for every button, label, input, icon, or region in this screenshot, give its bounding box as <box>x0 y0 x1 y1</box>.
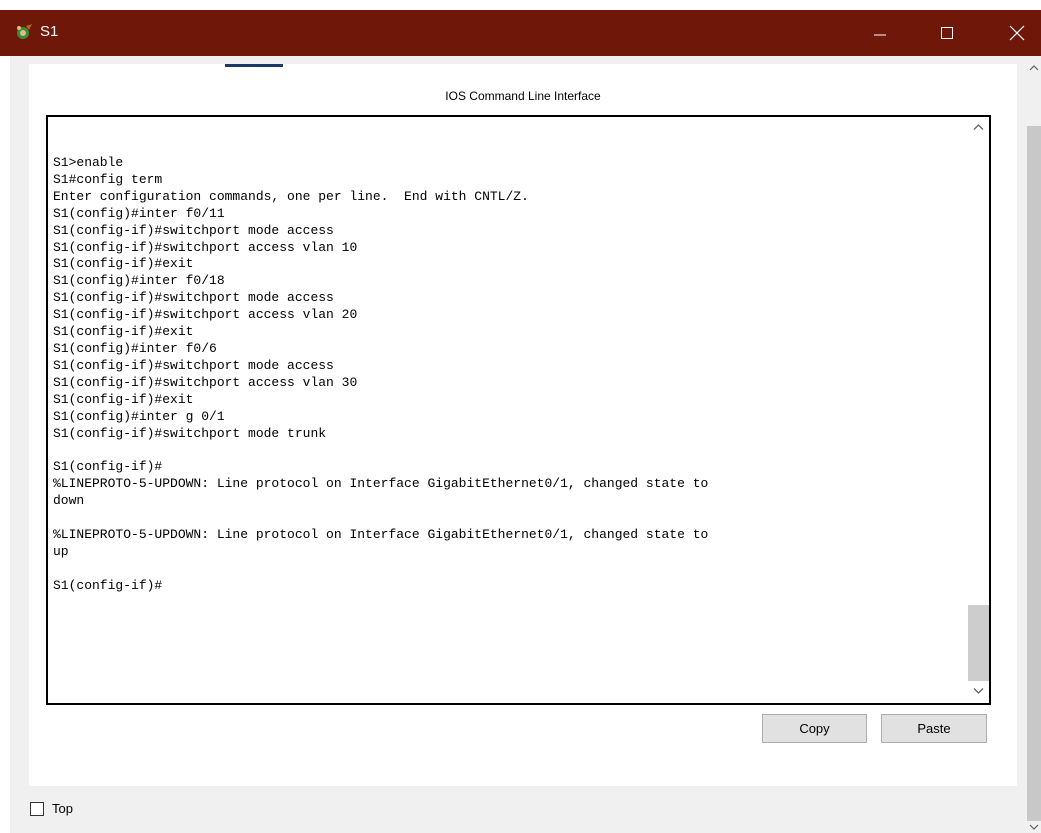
window-scrollbar[interactable] <box>1026 56 1041 833</box>
cli-panel: IOS Command Line Interface S1>enable S1#… <box>29 64 1017 786</box>
window-title: S1 <box>40 23 59 40</box>
scroll-up-icon[interactable] <box>1029 64 1039 71</box>
window-body: IOS Command Line Interface S1>enable S1#… <box>10 56 1026 833</box>
minimize-icon <box>874 34 886 36</box>
paste-button[interactable]: Paste <box>881 714 987 743</box>
terminal-scroll-thumb[interactable] <box>968 605 989 681</box>
close-button[interactable] <box>994 10 1040 56</box>
maximize-icon <box>941 27 953 39</box>
copy-button[interactable]: Copy <box>762 714 867 743</box>
top-checkbox-label: Top <box>52 801 73 816</box>
scroll-down-icon[interactable] <box>973 687 984 695</box>
close-icon <box>1009 25 1025 41</box>
terminal-text[interactable]: S1>enable S1#config term Enter configura… <box>53 155 708 595</box>
scroll-up-icon[interactable] <box>973 123 984 131</box>
window-titlebar[interactable]: S1 <box>0 10 1041 56</box>
tab-indicator <box>225 64 283 67</box>
terminal-scrollbar[interactable] <box>968 117 989 703</box>
scroll-down-icon[interactable] <box>1029 824 1039 831</box>
maximize-button[interactable] <box>924 10 970 56</box>
terminal-output[interactable]: S1>enable S1#config term Enter configura… <box>46 115 991 705</box>
top-checkbox[interactable] <box>30 802 44 816</box>
packet-tracer-icon <box>14 22 34 42</box>
panel-title: IOS Command Line Interface <box>445 89 601 103</box>
minimize-button[interactable] <box>857 10 903 56</box>
window-scroll-thumb[interactable] <box>1027 126 1041 821</box>
